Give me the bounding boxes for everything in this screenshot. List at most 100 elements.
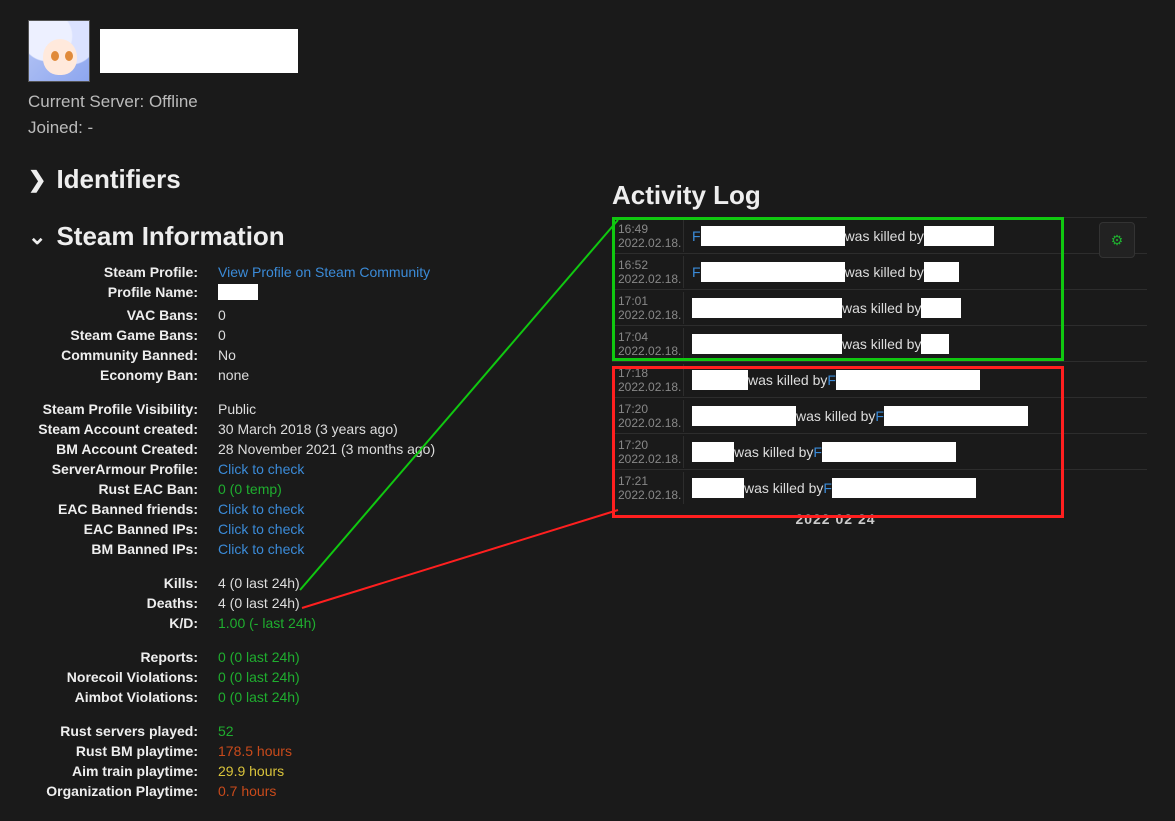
info-label: Aimbot Violations:	[28, 687, 218, 707]
info-value[interactable]: Click to check	[218, 519, 435, 539]
activity-log-heading: Activity Log	[612, 180, 1147, 211]
info-row: Deaths:4 (0 last 24h)	[28, 593, 316, 613]
chevron-down-icon: ⌄	[28, 224, 46, 250]
info-row: Rust EAC Ban:0 (0 temp)	[28, 479, 435, 499]
info-label: Deaths:	[28, 593, 218, 613]
log-row: 16:492022.02.18.F was killed by	[612, 217, 1147, 253]
stats-table: Kills:4 (0 last 24h)Deaths:4 (0 last 24h…	[28, 573, 316, 633]
log-body: was killed by	[684, 298, 1147, 318]
log-text: was killed by	[748, 372, 827, 388]
info-value: 4 (0 last 24h)	[218, 573, 316, 593]
info-row: Rust servers played:52	[28, 721, 292, 741]
info-value[interactable]: View Profile on Steam Community	[218, 262, 430, 282]
info-label: Profile Name:	[28, 282, 218, 305]
redacted-player	[692, 442, 734, 462]
current-server-label: Current Server:	[28, 92, 149, 111]
log-row: 17:212022.02.18. was killed by F	[612, 469, 1147, 505]
log-timestamp: 16:492022.02.18.	[612, 220, 684, 252]
redacted-player	[692, 334, 842, 354]
info-label: VAC Bans:	[28, 305, 218, 325]
redacted-player	[924, 262, 959, 282]
info-label: Organization Playtime:	[28, 781, 218, 801]
log-timestamp: 17:012022.02.18.	[612, 292, 684, 324]
info-value: 0 (0 last 24h)	[218, 667, 300, 687]
info-label: EAC Banned IPs:	[28, 519, 218, 539]
info-value: 1.00 (- last 24h)	[218, 613, 316, 633]
info-row: Kills:4 (0 last 24h)	[28, 573, 316, 593]
info-row: VAC Bans:0	[28, 305, 430, 325]
info-value[interactable]: Click to check	[218, 499, 435, 519]
info-value: 0 (0 last 24h)	[218, 647, 300, 667]
log-text: was killed by	[796, 408, 875, 424]
log-timestamp: 17:212022.02.18.	[612, 472, 684, 504]
info-value	[218, 282, 430, 305]
info-label: Rust servers played:	[28, 721, 218, 741]
log-next-date: 2022 02 24	[612, 511, 1059, 527]
info-label: EAC Banned friends:	[28, 499, 218, 519]
redacted-player	[924, 226, 994, 246]
info-label: Kills:	[28, 573, 218, 593]
player-link[interactable]: F	[692, 228, 701, 244]
redacted-value	[218, 284, 258, 300]
info-label: Rust BM playtime:	[28, 741, 218, 761]
info-row: BM Banned IPs:Click to check	[28, 539, 435, 559]
player-link[interactable]: F	[813, 444, 822, 460]
log-timestamp: 16:522022.02.18.	[612, 256, 684, 288]
log-body: was killed by	[684, 334, 1147, 354]
info-value: 178.5 hours	[218, 741, 292, 761]
info-value: Public	[218, 399, 435, 419]
player-link[interactable]: F	[692, 264, 701, 280]
log-text: was killed by	[845, 264, 924, 280]
info-value: 28 November 2021 (3 months ago)	[218, 439, 435, 459]
settings-button[interactable]: ⚙	[1099, 222, 1135, 258]
avatar[interactable]	[28, 20, 90, 82]
steam-info-heading[interactable]: ⌄ Steam Information	[28, 221, 588, 252]
info-value: 0	[218, 305, 430, 325]
redacted-player	[692, 478, 744, 498]
redacted-player	[692, 406, 796, 426]
info-label: BM Banned IPs:	[28, 539, 218, 559]
redacted-player	[921, 298, 961, 318]
info-row: Aimbot Violations:0 (0 last 24h)	[28, 687, 300, 707]
info-value[interactable]: Click to check	[218, 539, 435, 559]
log-text: was killed by	[842, 336, 921, 352]
info-value: 0 (0 temp)	[218, 479, 435, 499]
player-link[interactable]: F	[823, 480, 832, 496]
info-label: Steam Game Bans:	[28, 325, 218, 345]
redacted-player	[822, 442, 956, 462]
info-row: Norecoil Violations:0 (0 last 24h)	[28, 667, 300, 687]
redacted-player	[692, 298, 842, 318]
info-value[interactable]: Click to check	[218, 459, 435, 479]
info-label: BM Account Created:	[28, 439, 218, 459]
identifiers-title: Identifiers	[56, 164, 180, 195]
steam-table-2: Steam Profile Visibility:PublicSteam Acc…	[28, 399, 435, 559]
redacted-player	[832, 478, 976, 498]
info-value: 0	[218, 325, 430, 345]
identifiers-heading[interactable]: ❯ Identifiers	[28, 164, 588, 195]
player-link[interactable]: F	[827, 372, 836, 388]
redacted-player	[921, 334, 949, 354]
steam-info-title: Steam Information	[56, 221, 284, 252]
info-row: EAC Banned IPs:Click to check	[28, 519, 435, 539]
log-text: was killed by	[744, 480, 823, 496]
info-label: Aim train playtime:	[28, 761, 218, 781]
info-row: ServerArmour Profile:Click to check	[28, 459, 435, 479]
info-value: none	[218, 365, 430, 385]
joined-label: Joined:	[28, 118, 88, 137]
info-row: EAC Banned friends:Click to check	[28, 499, 435, 519]
info-value: 0.7 hours	[218, 781, 292, 801]
info-label: Steam Profile Visibility:	[28, 399, 218, 419]
info-value: 30 March 2018 (3 years ago)	[218, 419, 435, 439]
player-link[interactable]: F	[875, 408, 884, 424]
info-label: Steam Account created:	[28, 419, 218, 439]
log-text: was killed by	[734, 444, 813, 460]
info-label: Economy Ban:	[28, 365, 218, 385]
log-row: 16:522022.02.18. F was killed by	[612, 253, 1147, 289]
log-body: was killed by F	[684, 370, 1147, 390]
log-row: 17:182022.02.18. was killed by F	[612, 361, 1147, 397]
info-row: Economy Ban:none	[28, 365, 430, 385]
redacted-player	[701, 262, 845, 282]
log-timestamp: 17:202022.02.18.	[612, 436, 684, 468]
info-row: Community Banned:No	[28, 345, 430, 365]
redacted-player	[884, 406, 1028, 426]
